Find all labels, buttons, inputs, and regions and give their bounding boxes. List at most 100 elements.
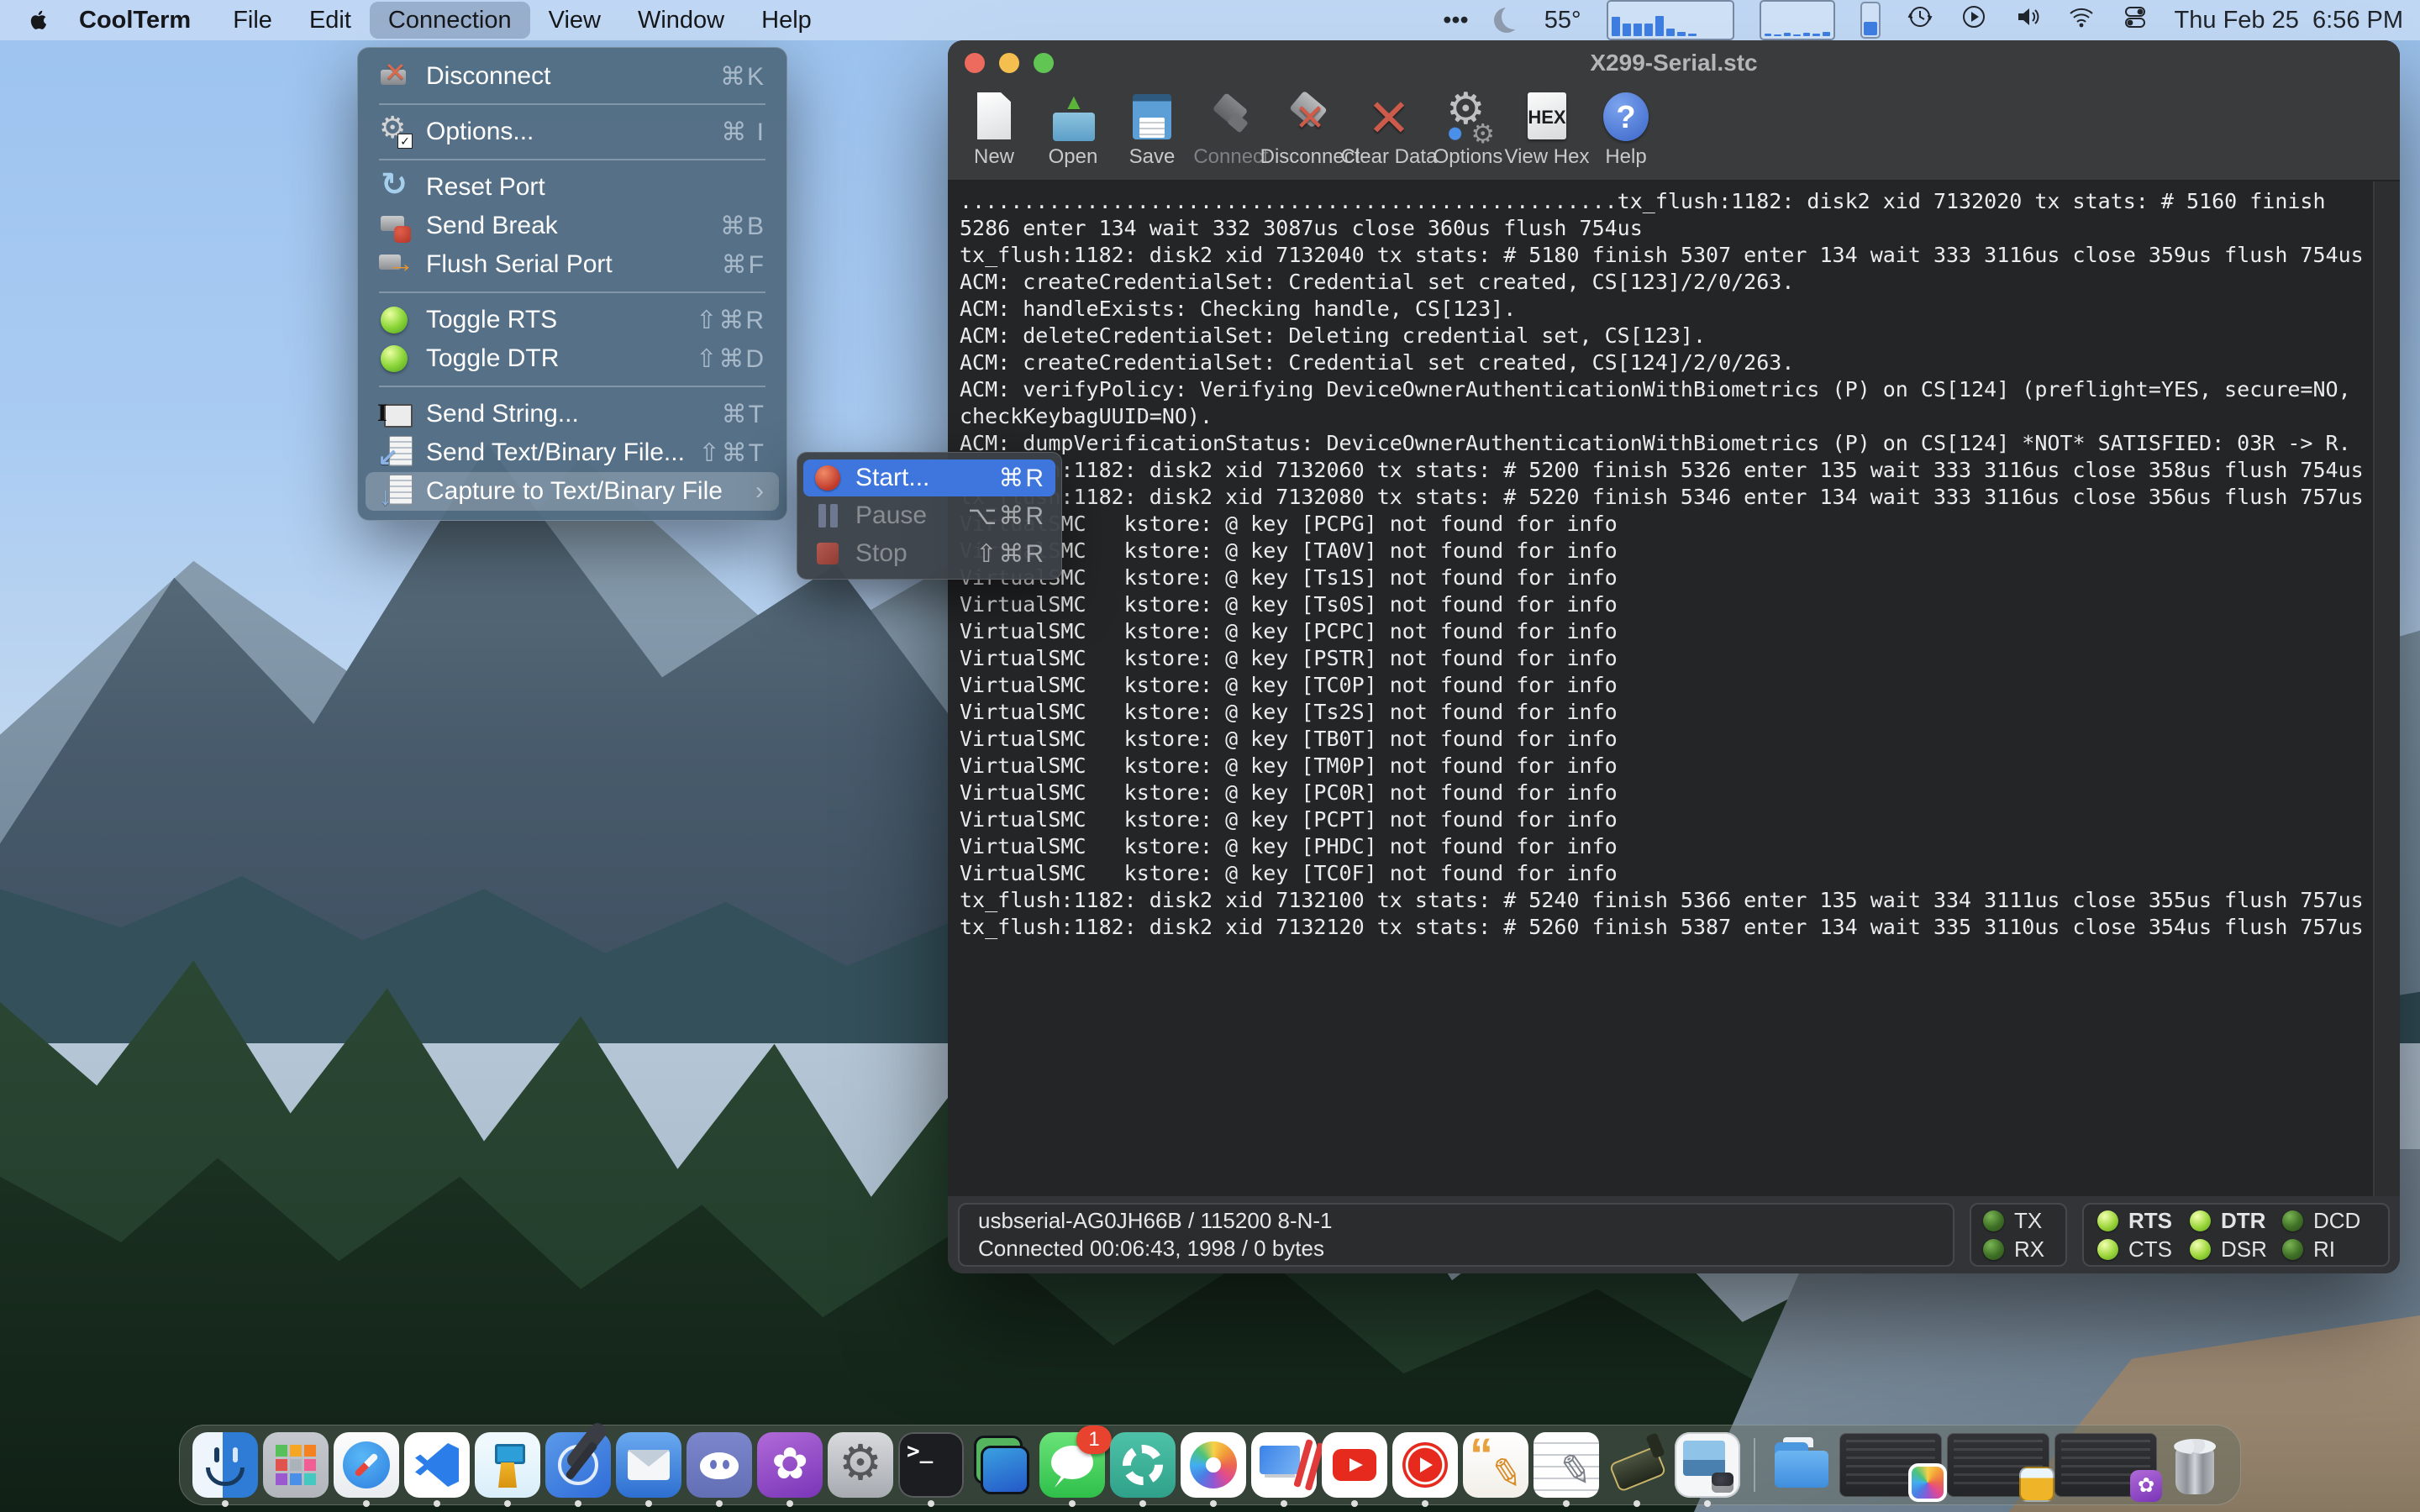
connection-status-panel: usbserial-AG0JH66B / 115200 8-N-1 Connec…: [958, 1203, 1954, 1267]
menu-item-disconnect[interactable]: Disconnect⌘K: [366, 57, 779, 96]
toolbar-clear-data-button[interactable]: ✕Clear Data: [1352, 91, 1426, 169]
window-titlebar[interactable]: X299-Serial.stc: [948, 40, 2400, 86]
gear-options-icon: [379, 115, 413, 149]
signal-indicator-panel: RTSCTSDTRDSRDCDRI: [2082, 1203, 2390, 1267]
menubar-menu-edit[interactable]: Edit: [291, 2, 370, 39]
menubar-clock[interactable]: Thu Feb 25 6:56 PM: [2175, 7, 2403, 34]
menu-item-toggle-dtr[interactable]: Toggle DTR⇧⌘D: [366, 339, 779, 378]
menubar-menu-window[interactable]: Window: [619, 2, 743, 39]
terminal-line: ACM: verifyPolicy: Verifying DeviceOwner…: [960, 376, 2370, 403]
menubar-menu-file[interactable]: File: [214, 2, 291, 39]
connection-time-info: Connected 00:06:43, 1998 / 0 bytes: [978, 1235, 1934, 1263]
submenu-item-stop[interactable]: Stop⇧⌘R: [803, 535, 1055, 572]
menu-item-send-string[interactable]: Send String...⌘T: [366, 395, 779, 433]
toolbar-label: Clear Data: [1341, 145, 1438, 169]
dock-minimized-window-tower[interactable]: [1947, 1433, 2049, 1497]
terminal-scrollbar[interactable]: [2373, 181, 2400, 1196]
focus-moon-icon[interactable]: [1494, 8, 1519, 33]
toolbar-disconnect-button[interactable]: ✕Disconnect: [1273, 91, 1347, 169]
more-status-icon[interactable]: •••: [1443, 7, 1468, 34]
terminal-line: ACM: deleteCredentialSet: Deleting crede…: [960, 323, 2370, 349]
menu-item-reset-port[interactable]: Reset Port: [366, 168, 779, 207]
menubar-menu-view[interactable]: View: [530, 2, 619, 39]
dock-minimized-window-flower[interactable]: ✿: [2054, 1433, 2157, 1497]
toolbar-view-hex-button[interactable]: HEXView Hex: [1510, 91, 1584, 169]
menu-item-options[interactable]: Options...⌘ I: [366, 113, 779, 151]
toolbar-save-button[interactable]: Save: [1115, 91, 1189, 169]
cpu-graph-widget[interactable]: [1607, 0, 1734, 40]
dock-downloads-folder[interactable]: [1769, 1432, 1834, 1498]
dock-finder[interactable]: [192, 1432, 258, 1498]
capture-submenu: Start...⌘RPause⌥⌘RStop⇧⌘R: [797, 452, 1062, 580]
dock-terminal[interactable]: [898, 1432, 964, 1498]
toolbar-new-button[interactable]: New: [957, 91, 1031, 169]
menubar-menu-connection[interactable]: Connection: [370, 2, 530, 39]
temperature-status[interactable]: 55°: [1544, 7, 1581, 34]
toolbar-options-button[interactable]: Options: [1431, 91, 1505, 169]
time-machine-icon[interactable]: [1906, 3, 1934, 38]
menu-item-flush-serial-port[interactable]: Flush Serial Port⌘F: [366, 245, 779, 284]
submenu-item-start[interactable]: Start...⌘R: [803, 459, 1055, 496]
dock-sync[interactable]: [1110, 1432, 1176, 1498]
wifi-icon[interactable]: [2067, 3, 2096, 38]
menu-item-shortcut: ⌘F: [722, 250, 765, 280]
dock-settings[interactable]: ⚙: [828, 1432, 893, 1498]
dock-coolterm[interactable]: [1604, 1432, 1670, 1498]
menu-item-toggle-rts[interactable]: Toggle RTS⇧⌘R: [366, 301, 779, 339]
toolbar-help-button[interactable]: ?Help: [1589, 91, 1663, 169]
menubar-menu-help[interactable]: Help: [743, 2, 830, 39]
play-status-icon[interactable]: [1960, 3, 1988, 38]
indicator-rx: RX: [1983, 1236, 2054, 1263]
terminal-line: VirtualSMC kstore: @ key [TC0P] not foun…: [960, 672, 2370, 699]
dock-youtube[interactable]: [1322, 1432, 1387, 1498]
dock-vscode[interactable]: [404, 1432, 470, 1498]
disconnect-icon: ✕: [1283, 91, 1337, 144]
capture-icon: [379, 475, 413, 508]
toolbar-open-button[interactable]: Open: [1036, 91, 1110, 169]
menu-item-send-text-binary-file[interactable]: Send Text/Binary File...⇧⌘T: [366, 433, 779, 472]
running-indicator-dot: [1563, 1500, 1570, 1507]
led-tx-off: [1983, 1210, 2004, 1231]
open-icon: [1046, 91, 1100, 144]
apple-menu[interactable]: [17, 0, 60, 40]
menu-item-send-break[interactable]: Send Break⌘B: [366, 207, 779, 245]
submenu-item-pause[interactable]: Pause⌥⌘R: [803, 497, 1055, 534]
dock-minimized-window-photos[interactable]: [1839, 1433, 1942, 1497]
terminal-line: tx_flush:1182: disk2 xid 7132080 tx stat…: [960, 484, 2370, 511]
dock-trash[interactable]: [2162, 1432, 2228, 1498]
break-icon: [379, 209, 413, 243]
running-indicator-dot: [645, 1500, 652, 1507]
submenu-item-label: Stop: [855, 539, 976, 568]
control-center-icon[interactable]: [2121, 3, 2149, 38]
dock-youtube-music[interactable]: [1392, 1432, 1458, 1498]
toolbar-connect-button[interactable]: Connect: [1194, 91, 1268, 169]
toolbar-label: Help: [1605, 145, 1646, 169]
menu-item-capture-to-text-binary-file[interactable]: Capture to Text/Binary File›: [366, 472, 779, 511]
dock-tower[interactable]: [475, 1432, 540, 1498]
network-graph-widget[interactable]: [1760, 0, 1835, 40]
help-icon: ?: [1599, 91, 1653, 144]
dock-mail[interactable]: [616, 1432, 681, 1498]
dock-launchpad[interactable]: [263, 1432, 329, 1498]
dock-discord[interactable]: [687, 1432, 752, 1498]
terminal-line: VirtualSMC kstore: @ key [PCPC] not foun…: [960, 618, 2370, 645]
dock-pixelmator[interactable]: ✿: [757, 1432, 823, 1498]
dock-screens[interactable]: [969, 1432, 1034, 1498]
volume-icon[interactable]: [2013, 3, 2042, 38]
submenu-item-shortcut: ⇧⌘R: [976, 539, 1045, 569]
dock-photos[interactable]: [1181, 1432, 1246, 1498]
dock-safari[interactable]: [334, 1432, 399, 1498]
led-cts-on: [2097, 1239, 2118, 1260]
terminal-area[interactable]: ........................................…: [948, 181, 2400, 1196]
dock-image-viewer[interactable]: [1675, 1432, 1740, 1498]
dock-parallels[interactable]: [1251, 1432, 1317, 1498]
menu-item-label: Send String...: [426, 400, 722, 428]
dock-pages[interactable]: [1463, 1432, 1528, 1498]
battery-widget[interactable]: [1860, 2, 1881, 39]
options-icon: [1441, 91, 1495, 144]
dock-xcode[interactable]: [545, 1432, 611, 1498]
menubar-app-name[interactable]: CoolTerm: [60, 2, 209, 39]
dock-messages[interactable]: 1: [1039, 1432, 1105, 1498]
menu-bar-status-area: ••• 55° Thu Feb 25 6:56 PM: [1443, 0, 2403, 40]
dock-textedit[interactable]: [1534, 1432, 1599, 1498]
